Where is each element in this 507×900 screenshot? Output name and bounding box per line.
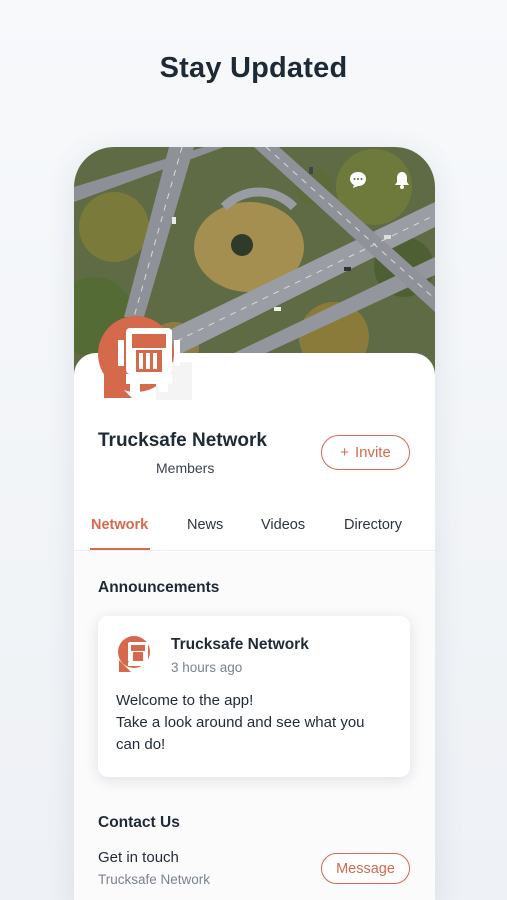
screen-headline: Stay Updated <box>159 52 348 84</box>
app-screen: Trucksafe Network Members + Invite Netwo… <box>74 147 435 900</box>
post-line: can do! <box>116 736 166 753</box>
contact-subtitle: Trucksafe Network <box>98 872 211 887</box>
announcement-card[interactable]: Trucksafe Network 3 hours ago Welcome to… <box>98 616 410 777</box>
contact-heading: Get in touch <box>98 849 179 866</box>
announcements-title: Announcements <box>98 579 220 596</box>
author-avatar <box>116 634 156 674</box>
invite-label: Invite <box>354 444 391 461</box>
tab-directory[interactable]: Directory <box>344 517 402 533</box>
tab-news[interactable]: News <box>187 517 223 533</box>
message-button[interactable]: Message <box>321 853 410 884</box>
post-line: Welcome to the app! <box>116 692 254 709</box>
post-body: Welcome to the app! Take a look around a… <box>116 690 401 756</box>
tab-bar: Network News Videos Directory <box>74 507 435 551</box>
post-time: 3 hours ago <box>171 660 243 675</box>
tab-videos[interactable]: Videos <box>261 517 305 533</box>
invite-button[interactable]: + Invite <box>321 435 410 470</box>
post-line: Take a look around and see what you <box>116 714 365 731</box>
active-tab-indicator <box>90 548 150 550</box>
bell-icon[interactable] <box>391 169 413 191</box>
contact-title: Contact Us <box>98 814 180 831</box>
members-link[interactable]: Members <box>156 460 214 476</box>
tab-network[interactable]: Network <box>91 517 148 533</box>
plus-icon: + <box>340 444 349 461</box>
group-name: Trucksafe Network <box>98 430 267 451</box>
chat-icon[interactable] <box>347 169 369 191</box>
post-author: Trucksafe Network <box>171 636 309 653</box>
group-logo <box>96 310 192 406</box>
